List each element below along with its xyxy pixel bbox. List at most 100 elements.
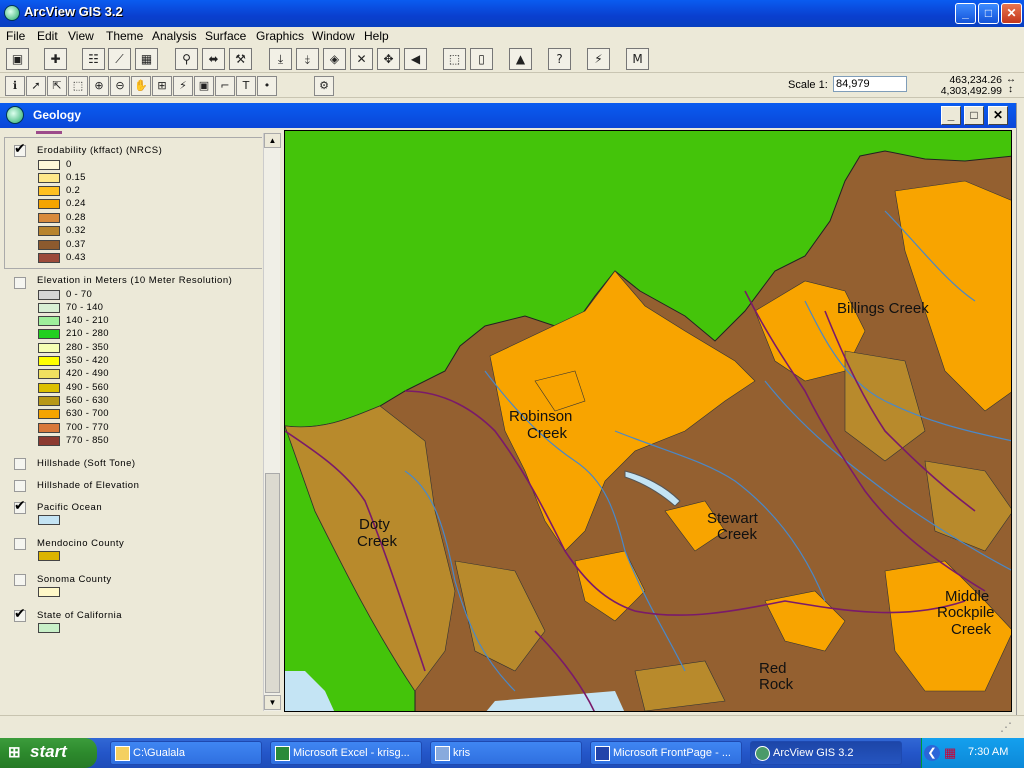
view-minimize-button[interactable]: _ bbox=[941, 106, 961, 125]
menu-view[interactable]: View bbox=[68, 29, 94, 43]
map-label-billings-creek: Billings Creek bbox=[837, 300, 929, 317]
identify-icon[interactable]: ℹ bbox=[5, 76, 25, 96]
maximize-button[interactable]: □ bbox=[978, 3, 999, 24]
hotlink-tool-icon[interactable]: ⚡ bbox=[173, 76, 193, 96]
menu-bar: File Edit View Theme Analysis Surface Gr… bbox=[0, 27, 1024, 45]
task-excel[interactable]: Microsoft Excel - krisg... bbox=[270, 741, 422, 765]
measure-icon[interactable]: ⊞ bbox=[152, 76, 172, 96]
select-feature-tool-icon[interactable]: ⬚ bbox=[68, 76, 88, 96]
m-button[interactable]: M bbox=[626, 48, 649, 70]
menu-graphics[interactable]: Graphics bbox=[256, 29, 304, 43]
calendar-icon[interactable]: ▦ bbox=[944, 745, 956, 761]
label-icon[interactable]: ⌐ bbox=[215, 76, 235, 96]
theme-checkbox-elevation[interactable] bbox=[14, 277, 26, 289]
query-builder-icon[interactable]: ⚒ bbox=[229, 48, 252, 70]
theme-name-sonoma[interactable]: Sonoma County bbox=[37, 574, 112, 585]
legend-swatch bbox=[38, 423, 60, 433]
menu-theme[interactable]: Theme bbox=[106, 29, 143, 43]
legend-swatch bbox=[38, 213, 60, 223]
select-features-icon[interactable]: ⬚ bbox=[443, 48, 466, 70]
view-close-button[interactable]: ✕ bbox=[988, 106, 1008, 125]
task-frontpage[interactable]: Microsoft FrontPage - ... bbox=[590, 741, 742, 765]
legend-label: 0.32 bbox=[66, 225, 86, 236]
legend-swatch bbox=[38, 186, 60, 196]
legend-label: 420 - 490 bbox=[66, 368, 109, 379]
legend-swatch bbox=[38, 587, 60, 597]
legend-swatch bbox=[38, 290, 60, 300]
tray-collapse-icon[interactable]: ❮ bbox=[924, 745, 940, 761]
graphics-tool-icon[interactable]: ⚙ bbox=[314, 76, 334, 96]
hot-link-icon[interactable]: ⚡ bbox=[587, 48, 610, 70]
tool-bar: ℹ ➚ ⇱ ⬚ ⊕ ⊖ ✋ ⊞ ⚡ ▣ ⌐ T • ⚙ Scale 1: 463… bbox=[0, 74, 1024, 98]
zoom-in-fixed-icon[interactable]: ✕ bbox=[350, 48, 373, 70]
legend-label: 630 - 700 bbox=[66, 408, 109, 419]
open-table-icon[interactable]: ▦ bbox=[135, 48, 158, 70]
theme-checkbox-sonoma[interactable] bbox=[14, 574, 26, 586]
resize-grip-icon[interactable]: ⋰ bbox=[1000, 720, 1012, 734]
task-kris[interactable]: kris bbox=[430, 741, 582, 765]
checkmark-icon: ✔ bbox=[14, 606, 26, 622]
start-button[interactable]: ⊞ start bbox=[0, 738, 97, 768]
legend-label: 0.43 bbox=[66, 252, 86, 263]
theme-checkbox-mendocino[interactable] bbox=[14, 538, 26, 550]
help-icon[interactable]: ? bbox=[548, 48, 571, 70]
map-display[interactable]: Billings Creek Robinson Creek Doty Creek… bbox=[284, 130, 1012, 712]
clock[interactable]: 7:30 AM bbox=[968, 746, 1008, 758]
map-label-robinson-creek: Creek bbox=[527, 425, 568, 442]
zoom-out-fixed-icon[interactable]: ✥ bbox=[377, 48, 400, 70]
menu-edit[interactable]: Edit bbox=[37, 29, 58, 43]
theme-name-erodability[interactable]: Erodability (kffact) (NRCS) bbox=[37, 145, 162, 156]
add-theme-icon[interactable]: ✚ bbox=[44, 48, 67, 70]
save-project-icon[interactable]: ▣ bbox=[6, 48, 29, 70]
zoom-in-icon[interactable]: ⊕ bbox=[89, 76, 109, 96]
theme-properties-icon[interactable]: ☷ bbox=[82, 48, 105, 70]
view-maximize-button[interactable]: □ bbox=[964, 106, 984, 125]
view-globe-icon bbox=[6, 106, 24, 124]
locate-address-icon[interactable]: ⬌ bbox=[202, 48, 225, 70]
legend-label: 0.24 bbox=[66, 198, 86, 209]
zoom-full-extent-icon[interactable]: ⤓ bbox=[269, 48, 292, 70]
theme-name-hillshade-soft[interactable]: Hillshade (Soft Tone) bbox=[37, 458, 136, 469]
zoom-out-icon[interactable]: ⊖ bbox=[110, 76, 130, 96]
minimize-button[interactable]: _ bbox=[955, 3, 976, 24]
close-button[interactable]: ✕ bbox=[1001, 3, 1022, 24]
create-chart-icon[interactable]: ▲ bbox=[509, 48, 532, 70]
scroll-up-icon[interactable]: ▲ bbox=[264, 133, 281, 148]
theme-name-elevation[interactable]: Elevation in Meters (10 Meter Resolution… bbox=[37, 275, 232, 286]
vertex-edit-icon[interactable]: ⇱ bbox=[47, 76, 67, 96]
legend-label: 490 - 560 bbox=[66, 382, 109, 393]
zoom-selected-icon[interactable]: ◈ bbox=[323, 48, 346, 70]
scale-label: Scale 1: bbox=[788, 79, 828, 91]
excel-icon bbox=[275, 746, 290, 761]
scroll-down-icon[interactable]: ▼ bbox=[264, 695, 281, 710]
menu-analysis[interactable]: Analysis bbox=[152, 29, 197, 43]
toc-scrollbar[interactable]: ▲ ▼ bbox=[263, 133, 281, 711]
theme-checkbox-hillshade-soft[interactable] bbox=[14, 458, 26, 470]
theme-name-hillshade-elevation[interactable]: Hillshade of Elevation bbox=[37, 480, 139, 491]
menu-surface[interactable]: Surface bbox=[205, 29, 246, 43]
scroll-thumb[interactable] bbox=[265, 473, 280, 693]
menu-help[interactable]: Help bbox=[364, 29, 389, 43]
menu-file[interactable]: File bbox=[6, 29, 25, 43]
find-icon[interactable]: ⚲ bbox=[175, 48, 198, 70]
draw-point-icon[interactable]: • bbox=[257, 76, 277, 96]
text-tool-icon[interactable]: T bbox=[236, 76, 256, 96]
task-gualala[interactable]: C:\Gualala bbox=[110, 741, 262, 765]
zoom-active-themes-icon[interactable]: ⤈ bbox=[296, 48, 319, 70]
theme-checkbox-hillshade-elevation[interactable] bbox=[14, 480, 26, 492]
map-label-stewart: Stewart bbox=[707, 510, 758, 527]
menu-window[interactable]: Window bbox=[312, 29, 355, 43]
task-arcview[interactable]: ArcView GIS 3.2 bbox=[750, 741, 902, 765]
theme-name-pacific-ocean[interactable]: Pacific Ocean bbox=[37, 502, 102, 513]
legend-swatch bbox=[38, 226, 60, 236]
theme-name-mendocino[interactable]: Mendocino County bbox=[37, 538, 124, 549]
area-of-interest-icon[interactable]: ▣ bbox=[194, 76, 214, 96]
pointer-icon[interactable]: ➚ bbox=[26, 76, 46, 96]
legend-label: 770 - 850 bbox=[66, 435, 109, 446]
clear-selection-icon[interactable]: ▯ bbox=[470, 48, 493, 70]
zoom-previous-icon[interactable]: ◀ bbox=[404, 48, 427, 70]
scale-input[interactable] bbox=[833, 76, 907, 92]
edit-legend-icon[interactable]: ⟋ bbox=[108, 48, 131, 70]
pan-icon[interactable]: ✋ bbox=[131, 76, 151, 96]
theme-name-california[interactable]: State of California bbox=[37, 610, 122, 621]
